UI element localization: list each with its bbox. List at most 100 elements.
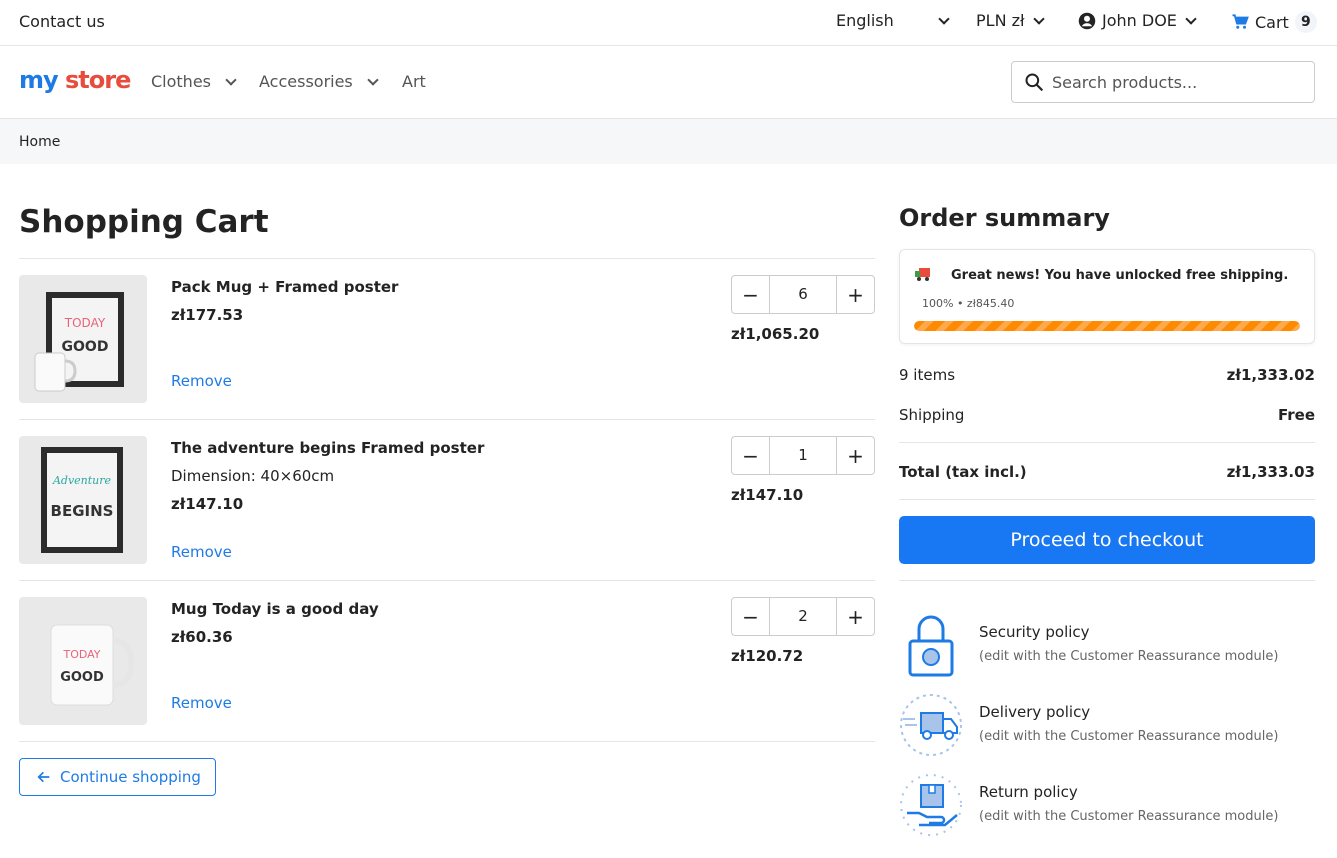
nav-label: Clothes: [151, 72, 211, 91]
product-image-adventure-poster[interactable]: Adventure BEGINS: [19, 436, 147, 564]
quantity-input[interactable]: 6: [769, 276, 837, 313]
cart-item: Adventure BEGINS The adventure begins Fr…: [19, 436, 875, 597]
cart-icon: [1232, 14, 1249, 29]
total-value: zł1,333.03: [1226, 463, 1315, 481]
line-total: zł147.10: [731, 486, 804, 504]
chevron-down-icon: [225, 73, 237, 86]
product-name[interactable]: Pack Mug + Framed poster: [171, 278, 398, 296]
breadcrumb-home[interactable]: Home: [19, 134, 60, 150]
free-shipping-message: Great news! You have unlocked free shipp…: [951, 268, 1289, 283]
divider: [19, 258, 875, 259]
quantity-stepper: − 6 +: [731, 275, 875, 314]
product-unit-price: zł177.53: [171, 306, 244, 324]
reassurance-title: Return policy: [979, 783, 1078, 801]
increase-quantity-button[interactable]: +: [837, 276, 874, 313]
arrow-left-icon: [37, 771, 50, 783]
progress-fill: [914, 321, 1300, 331]
page-title: Shopping Cart: [19, 204, 269, 240]
account-menu[interactable]: John DOE: [1078, 11, 1197, 30]
nav-item-accessories[interactable]: Accessories: [259, 72, 379, 91]
reassurance-title: Security policy: [979, 623, 1090, 641]
remove-item-link[interactable]: Remove: [171, 543, 232, 561]
increase-quantity-button[interactable]: +: [837, 437, 874, 474]
svg-text:Adventure: Adventure: [52, 474, 112, 487]
product-name[interactable]: The adventure begins Framed poster: [171, 439, 484, 457]
increase-quantity-button[interactable]: +: [837, 598, 874, 635]
reassurance-subtitle: (edit with the Customer Reassurance modu…: [979, 809, 1279, 824]
nav-item-clothes[interactable]: Clothes: [151, 72, 237, 91]
svg-text:TODAY: TODAY: [62, 648, 100, 661]
divider: [899, 442, 1315, 443]
free-shipping-box: Great news! You have unlocked free shipp…: [899, 249, 1315, 344]
language-selector[interactable]: English: [836, 11, 950, 30]
chevron-down-icon: [1032, 12, 1045, 25]
user-name: John DOE: [1102, 11, 1177, 30]
product-name[interactable]: Mug Today is a good day: [171, 600, 379, 618]
truck-icon: [915, 268, 930, 281]
chevron-down-icon: [1185, 12, 1197, 25]
svg-text:BEGINS: BEGINS: [51, 502, 114, 520]
divider: [19, 741, 875, 742]
divider: [19, 580, 875, 581]
reassurance-delivery: Delivery policy (edit with the Customer …: [899, 693, 1315, 763]
nav-item-art[interactable]: Art: [402, 72, 426, 91]
chevron-down-icon: [938, 12, 950, 25]
search-icon: [1025, 73, 1044, 92]
continue-shopping-label: Continue shopping: [60, 768, 201, 786]
free-shipping-progress-text: 100% • zł845.40: [922, 297, 1015, 310]
decrease-quantity-button[interactable]: −: [732, 598, 769, 635]
language-label: English: [836, 11, 894, 30]
cart-item: TODAY GOOD Mug Today is a good day zł60.…: [19, 597, 875, 758]
contact-us-link[interactable]: Contact us: [19, 12, 105, 31]
nav-label: Art: [402, 72, 426, 91]
decrease-quantity-button[interactable]: −: [732, 437, 769, 474]
currency-selector[interactable]: PLN zł: [976, 11, 1045, 30]
search-input[interactable]: [1052, 72, 1292, 92]
divider: [19, 419, 875, 420]
remove-item-link[interactable]: Remove: [171, 372, 232, 390]
remove-item-link[interactable]: Remove: [171, 694, 232, 712]
order-summary-title: Order summary: [899, 204, 1110, 232]
user-circle-icon: [1078, 12, 1096, 29]
proceed-to-checkout-button[interactable]: Proceed to checkout: [899, 516, 1315, 564]
cart-link[interactable]: Cart 9: [1231, 11, 1317, 33]
reassurance-subtitle: (edit with the Customer Reassurance modu…: [979, 729, 1279, 744]
svg-text:TODAY: TODAY: [64, 316, 106, 330]
quantity-input[interactable]: 1: [769, 437, 837, 474]
store-logo[interactable]: my store: [19, 66, 131, 94]
continue-shopping-button[interactable]: Continue shopping: [19, 758, 216, 796]
product-image-mug[interactable]: TODAY GOOD: [19, 597, 147, 725]
lock-icon: [908, 615, 954, 677]
cart-count-badge: 9: [1294, 11, 1317, 33]
search-box: [1011, 61, 1315, 103]
line-total: zł120.72: [731, 647, 804, 665]
divider: [899, 499, 1315, 500]
currency-label: PLN zł: [976, 11, 1025, 30]
line-total: zł1,065.20: [731, 325, 820, 343]
quantity-stepper: − 2 +: [731, 597, 875, 636]
items-count-label: 9 items: [899, 366, 956, 384]
summary-items-row: 9 items zł1,333.02: [899, 366, 1315, 384]
product-unit-price: zł60.36: [171, 628, 233, 646]
shipping-value: Free: [1277, 406, 1315, 424]
reassurance-security: Security policy (edit with the Customer …: [899, 613, 1315, 683]
product-unit-price: zł147.10: [171, 495, 244, 513]
cart-item: TODAY GOOD Pack Mug + Framed poster zł17…: [19, 275, 875, 436]
product-attribute: Dimension: 40×60cm: [171, 467, 335, 485]
shipping-label: Shipping: [899, 406, 965, 424]
product-image-pack-mug-poster[interactable]: TODAY GOOD: [19, 275, 147, 403]
summary-shipping-row: Shipping Free: [899, 406, 1315, 424]
decrease-quantity-button[interactable]: −: [732, 276, 769, 313]
delivery-truck-icon: [900, 694, 962, 756]
logo-text-store: store: [65, 66, 131, 94]
top-bar: Contact us English PLN zł John DOE Cart …: [0, 0, 1337, 46]
items-subtotal: zł1,333.02: [1226, 366, 1315, 384]
quantity-input[interactable]: 2: [769, 598, 837, 635]
free-shipping-progress-bar: [914, 321, 1300, 331]
cart-label: Cart: [1255, 12, 1289, 32]
reassurance-title: Delivery policy: [979, 703, 1091, 721]
return-box-hand-icon: [900, 774, 962, 836]
summary-total-row: Total (tax incl.) zł1,333.03: [899, 463, 1315, 481]
quantity-stepper: − 1 +: [731, 436, 875, 475]
main-header: my store Clothes Accessories Art: [0, 46, 1337, 119]
